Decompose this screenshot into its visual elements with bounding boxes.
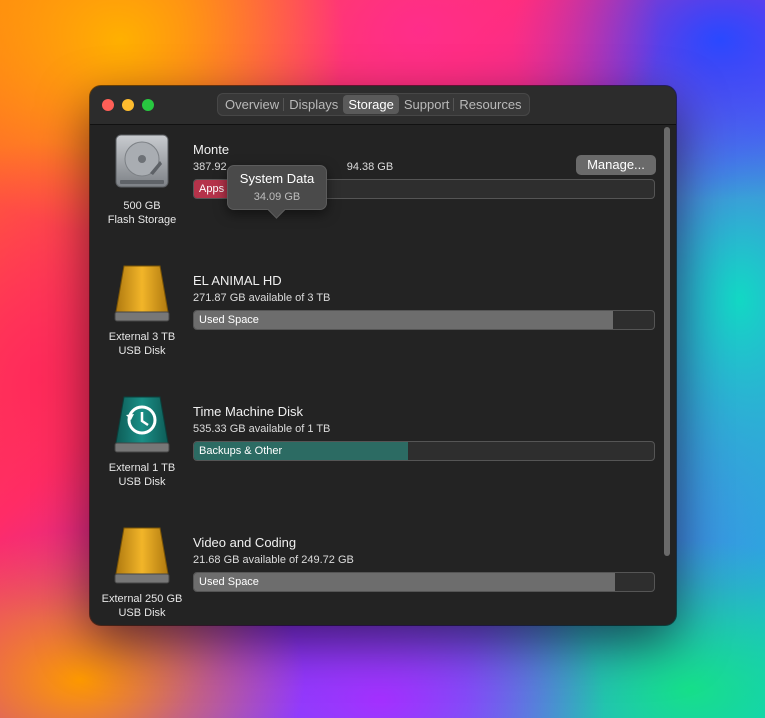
disk-capacity-label: External 3 TB — [108, 331, 176, 343]
internal-drive-icon — [115, 134, 169, 188]
tab-storage[interactable]: Storage — [343, 95, 399, 114]
external-drive-icon — [114, 265, 170, 322]
external-drive-icon — [114, 527, 170, 584]
vertical-scrollbar[interactable] — [664, 127, 670, 556]
storage-bar: Used Space — [193, 310, 655, 330]
disk-name: Time Machine Disk — [193, 404, 304, 419]
disk-el-animal-hd: External 3 TB USB Disk EL ANIMAL HD 271.… — [90, 262, 660, 393]
storage-content: 500 GB Flash Storage Monte 387.92 94.38 … — [90, 125, 676, 625]
disk-type-label: USB Disk — [118, 476, 166, 488]
tab-bar: Overview Displays Storage Support Resour… — [217, 93, 530, 116]
manage-button[interactable]: Manage... — [576, 155, 656, 175]
tab-overview[interactable]: Overview — [220, 95, 284, 114]
system-information-window: Overview Displays Storage Support Resour… — [90, 86, 676, 625]
storage-bar: Backups & Other — [193, 441, 655, 461]
system-data-tooltip: System Data 34.09 GB — [227, 165, 327, 210]
disk-capacity-label: External 250 GB — [101, 593, 183, 605]
disk-internal: 500 GB Flash Storage Monte 387.92 94.38 … — [90, 131, 660, 262]
disk-name: Video and Coding — [193, 535, 297, 550]
disk-available-text: 271.87 GB available of 3 TB — [193, 292, 331, 304]
bar-segment-backups[interactable]: Backups & Other — [194, 442, 408, 460]
disk-type-label: USB Disk — [118, 607, 166, 619]
title-bar: Overview Displays Storage Support Resour… — [90, 86, 676, 125]
storage-bar: Used Space — [193, 572, 655, 592]
time-machine-drive-icon — [114, 396, 170, 453]
zoom-button[interactable] — [142, 99, 154, 111]
tab-resources[interactable]: Resources — [453, 95, 526, 114]
disk-time-machine: External 1 TB USB Disk Time Machine Disk… — [90, 393, 660, 524]
disk-available-text: 21.68 GB available of 249.72 GB — [193, 554, 354, 566]
disk-capacity-label: 500 GB — [123, 200, 161, 212]
disk-name: Monte — [193, 142, 230, 157]
tab-support[interactable]: Support — [399, 95, 455, 114]
disk-available-text: 535.33 GB available of 1 TB — [193, 423, 331, 435]
minimize-button[interactable] — [122, 99, 134, 111]
bar-segment-used[interactable]: Used Space — [194, 573, 615, 591]
tab-displays[interactable]: Displays — [283, 95, 343, 114]
bar-segment-used[interactable]: Used Space — [194, 311, 613, 329]
disk-type-label: USB Disk — [118, 345, 166, 357]
disk-capacity-label: External 1 TB — [108, 462, 176, 474]
close-button[interactable] — [102, 99, 114, 111]
disk-video-and-coding: External 250 GB USB Disk Video and Codin… — [90, 524, 660, 625]
disk-name: EL ANIMAL HD — [193, 273, 282, 288]
tooltip-value: 34.09 GB — [253, 191, 301, 203]
disk-type-label: Flash Storage — [107, 214, 177, 226]
tooltip-title: System Data — [239, 171, 315, 186]
